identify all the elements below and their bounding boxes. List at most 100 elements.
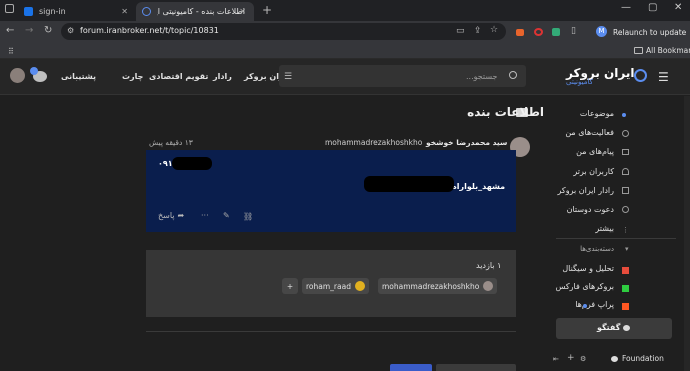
tab-favicon-icon — [24, 7, 33, 16]
sidebar-item-topics[interactable]: موضوعات — [580, 109, 614, 118]
footer-button[interactable] — [390, 364, 432, 371]
collapse-sidebar-icon[interactable]: ⇤ — [553, 355, 559, 363]
viewer-chip[interactable]: roham_raad — [302, 278, 369, 294]
topic-title: اطلاعات بنده — [467, 105, 544, 119]
all-bookmarks-link[interactable]: All Bookmarks — [646, 46, 690, 55]
address-text: مشهد_بلواراه — [452, 182, 506, 191]
sidebar-icon-radar — [622, 187, 629, 194]
relaunch-button[interactable]: Relaunch to update — [613, 25, 690, 39]
redaction — [172, 157, 212, 170]
redaction — [364, 176, 454, 192]
forward-icon[interactable]: → — [25, 25, 33, 36]
viewer-name: mohammadrezakhoshkho — [382, 281, 480, 291]
user-avatar[interactable] — [10, 68, 25, 83]
folder-icon[interactable] — [634, 47, 643, 54]
tab-favicon-icon — [142, 7, 151, 16]
profile-avatar[interactable]: M — [596, 26, 607, 37]
categories-header: دسته‌بندی‌ها — [580, 245, 614, 253]
category-forex-brokers[interactable]: بروکرهای فارکس — [556, 282, 614, 291]
sidebar-icon-more: ⋮ — [622, 226, 629, 234]
sidebar-item-radar[interactable]: رادار ایران بروکر — [557, 186, 614, 195]
close-tab-icon[interactable]: ✕ — [121, 7, 128, 16]
sidebar-icon-messages — [622, 149, 629, 155]
new-dot — [622, 113, 626, 117]
chat-button-label: گفتگو — [597, 323, 621, 332]
sidebar-icon-users — [622, 168, 629, 175]
tab-topic[interactable]: اطلاعات بنده - کامیونیتی ایران بر... ✕ — [136, 2, 254, 21]
nav-support[interactable]: پشتیبانی — [61, 72, 96, 81]
viewer-avatar — [483, 281, 494, 291]
maximize-icon[interactable]: ▢ — [648, 2, 657, 13]
sidebar-scrollbar[interactable] — [684, 96, 690, 371]
category-color-swatch — [622, 285, 629, 292]
reply-icon: ➦ — [177, 211, 185, 220]
viewer-chip[interactable]: mohammadrezakhoshkho — [378, 278, 498, 294]
search-placeholder: جستجو... — [466, 72, 498, 81]
category-prop-firms[interactable]: پراپ فرم‌ها — [575, 300, 614, 309]
apps-icon[interactable]: ⠿ — [8, 47, 14, 56]
category-color-swatch — [622, 267, 629, 274]
nav-economic-calendar[interactable]: تقویم اقتصادی — [149, 72, 208, 81]
views-count: ۱ بازدید — [476, 261, 502, 270]
categories-toggle-icon[interactable]: ▾ — [625, 245, 629, 253]
site-info-icon[interactable]: ⚙ — [67, 26, 74, 35]
bookmark-star-icon[interactable]: ☆ — [490, 25, 498, 35]
search-icon — [509, 71, 517, 79]
share-icon[interactable]: ⇪ — [474, 26, 482, 36]
tab-list-icon[interactable] — [5, 4, 14, 13]
settings-icon[interactable]: ⚙ — [580, 355, 586, 363]
hamburger-menu-icon[interactable]: ☰ — [658, 70, 669, 84]
reply-button[interactable]: پاسخ ➦ — [158, 211, 184, 220]
new-dot — [583, 304, 587, 308]
viewer-name: roham_raad — [306, 281, 351, 291]
chat-icon — [623, 325, 630, 331]
cast-icon[interactable]: ▭ — [456, 26, 465, 36]
add-icon[interactable]: + — [567, 353, 575, 363]
url-text: forum.iranbroker.net/t/topic/10831 — [80, 26, 219, 35]
foundation-link[interactable]: Foundation — [622, 354, 664, 363]
new-tab-button[interactable]: + — [262, 3, 272, 17]
sidebar-item-top-users[interactable]: کاربران برتر — [573, 167, 614, 176]
extension-red-icon[interactable] — [534, 28, 543, 36]
viewer-avatar — [354, 281, 365, 291]
sidebar-item-invite[interactable]: دعوت دوستان — [567, 205, 614, 214]
site-logo[interactable]: ایران بروکر کامیونیتی — [566, 66, 635, 86]
sidebar-divider — [556, 238, 676, 239]
link-icon[interactable]: ⛓ — [243, 212, 253, 221]
notification-dot — [30, 67, 38, 75]
extension-fox-icon[interactable] — [516, 29, 524, 36]
sidebar-item-more[interactable]: بیشتر — [595, 224, 614, 233]
category-analysis[interactable]: تحلیل و سیگنال — [562, 264, 614, 273]
nav-radar[interactable]: رادار — [213, 72, 232, 81]
sidebar-item-my-messages[interactable]: پیام‌های من — [576, 147, 614, 156]
category-color-swatch — [622, 303, 629, 310]
logo-mark-icon — [634, 69, 647, 82]
foundation-icon — [611, 356, 618, 362]
add-viewer-button[interactable]: + — [282, 278, 298, 294]
sidepanel-icon[interactable]: ▯ — [571, 26, 576, 36]
footer-button[interactable] — [436, 364, 516, 371]
author-username[interactable]: mohammadrezakhoshkho — [325, 138, 422, 147]
nav-chart[interactable]: چارت — [122, 72, 143, 81]
author-name[interactable]: سید محمدرضا خوشخو — [426, 138, 507, 147]
divider — [146, 331, 516, 332]
more-actions-icon[interactable]: ··· — [201, 211, 209, 220]
sidebar-icon-invite — [622, 206, 629, 213]
browser-tabstrip: sign-in ✕ اطلاعات بنده - کامیونیتی ایران… — [0, 0, 690, 21]
tab-sign-in[interactable]: sign-in ✕ — [18, 2, 136, 21]
search-options-icon[interactable]: ☰ — [284, 72, 292, 82]
back-icon[interactable]: ← — [6, 25, 14, 36]
sidebar-item-my-activity[interactable]: فعالیت‌های من — [565, 128, 614, 137]
reply-label: پاسخ — [158, 211, 175, 220]
reload-icon[interactable]: ↻ — [44, 25, 52, 36]
bookmarks-bar — [0, 43, 690, 59]
edit-icon[interactable]: ✎ — [223, 211, 230, 220]
close-window-icon[interactable]: ✕ — [674, 2, 682, 13]
post-time[interactable]: ۱۳ دقیقه پیش — [149, 138, 193, 147]
tab-label: اطلاعات بنده - کامیونیتی ایران بر... — [157, 7, 245, 16]
tab-label: sign-in — [39, 7, 66, 16]
close-tab-icon[interactable]: ✕ — [239, 7, 246, 16]
minimize-icon[interactable]: — — [621, 2, 631, 13]
extension-green-icon[interactable] — [552, 28, 560, 36]
sidebar-icon-topics — [622, 130, 629, 137]
